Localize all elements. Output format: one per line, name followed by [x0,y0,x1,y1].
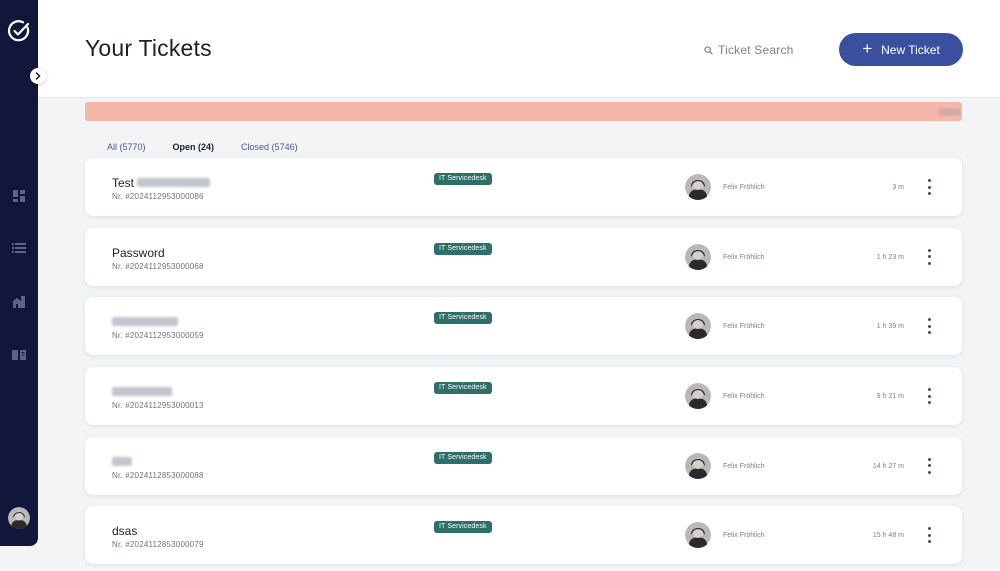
ticket-age: 1 h 23 m [876,253,904,261]
filter-tabs: All (5770) Open (24) Closed (5746) [107,142,325,152]
category-badge: IT Servicedesk [434,382,492,395]
ticket-title-redacted [112,317,178,327]
ticket-title-redacted [112,387,172,397]
ticket-age: 3 m [892,184,904,191]
assignee-avatar [685,383,711,410]
ticket-row[interactable]: Password Nr. #2024112953000068 IT Servic… [85,227,962,286]
header: Your Tickets Ticket Search + New Ticket [38,0,1000,98]
category-badge: IT Servicedesk [434,312,492,325]
ticket-row[interactable]: dsas Nr. #2024112853000079 IT Servicedes… [85,506,962,565]
assignee-avatar [685,522,711,549]
tab-all[interactable]: All (5770) [107,142,146,152]
ticket-age: 1 h 39 m [876,323,904,331]
assignee-avatar [685,452,711,479]
building-icon[interactable] [11,294,27,310]
book-icon[interactable] [11,347,27,363]
category-badge: IT Servicedesk [434,242,492,255]
new-ticket-button[interactable]: + New Ticket [839,33,963,66]
ticket-title: Password [112,245,165,260]
ticket-number: Nr. #2024112953000086 [112,192,204,201]
check-circle-logo-icon[interactable] [7,19,31,43]
assignee-name: Felix Fröhlich [723,184,765,191]
plus-icon: + [862,39,873,58]
list-icon[interactable] [11,240,27,256]
dashboard-icon[interactable] [11,188,27,204]
ticket-search[interactable]: Ticket Search [704,40,814,60]
category-badge: IT Servicedesk [434,173,492,185]
ticket-age: 14 h 27 m [872,462,904,470]
assignee-avatar [685,243,711,270]
assignee-name: Felix Fröhlich [723,393,765,401]
notification-banner [85,102,962,121]
ticket-age: 9 h 21 m [876,393,904,401]
new-ticket-label: New Ticket [881,42,940,57]
more-options-icon[interactable] [925,179,933,195]
sidebar-expand-button[interactable] [30,68,46,84]
ticket-title: dsas [112,524,138,539]
tab-closed[interactable]: Closed (5746) [241,142,298,152]
category-badge: IT Servicedesk [434,521,492,534]
ticket-row[interactable]: Nr. #2024112853000088 IT Servicedesk Fel… [85,436,962,495]
assignee-avatar [685,313,711,340]
assignee-avatar [685,174,711,200]
more-options-icon[interactable] [925,388,933,405]
ticket-title-redacted [112,456,132,466]
ticket-title-redacted [137,178,210,187]
category-badge: IT Servicedesk [434,451,492,464]
chevron-right-icon [35,72,41,80]
more-options-icon[interactable] [925,318,933,335]
ticket-number: Nr. #2024112953000013 [112,401,204,411]
ticket-age: 15 h 48 m [872,532,904,540]
ticket-row[interactable]: Test Nr. #2024112953000086 IT Servicedes… [85,158,962,216]
more-options-icon[interactable] [925,527,933,544]
search-placeholder: Ticket Search [718,43,794,57]
ticket-row[interactable]: Nr. #2024112953000059 IT Servicedesk Fel… [85,297,962,356]
tab-open[interactable]: Open (24) [173,142,215,152]
ticket-list: Test Nr. #2024112953000086 IT Servicedes… [85,158,962,571]
assignee-name: Felix Fröhlich [723,253,765,261]
ticket-row[interactable]: Nr. #2024112953000013 IT Servicedesk Fel… [85,367,962,426]
ticket-number: Nr. #2024112853000088 [112,470,204,480]
assignee-name: Felix Fröhlich [723,462,765,470]
banner-redacted-text [938,108,960,116]
user-avatar[interactable] [8,507,30,529]
page-title: Your Tickets [85,35,212,61]
search-icon [704,45,713,55]
ticket-number: Nr. #2024112853000079 [112,540,204,550]
more-options-icon[interactable] [925,457,933,474]
more-options-icon[interactable] [925,248,933,265]
ticket-number: Nr. #2024112953000068 [112,261,204,271]
ticket-title: Test [112,176,135,190]
assignee-name: Felix Fröhlich [723,323,765,331]
assignee-name: Felix Fröhlich [723,532,765,540]
ticket-number: Nr. #2024112953000059 [112,331,204,341]
